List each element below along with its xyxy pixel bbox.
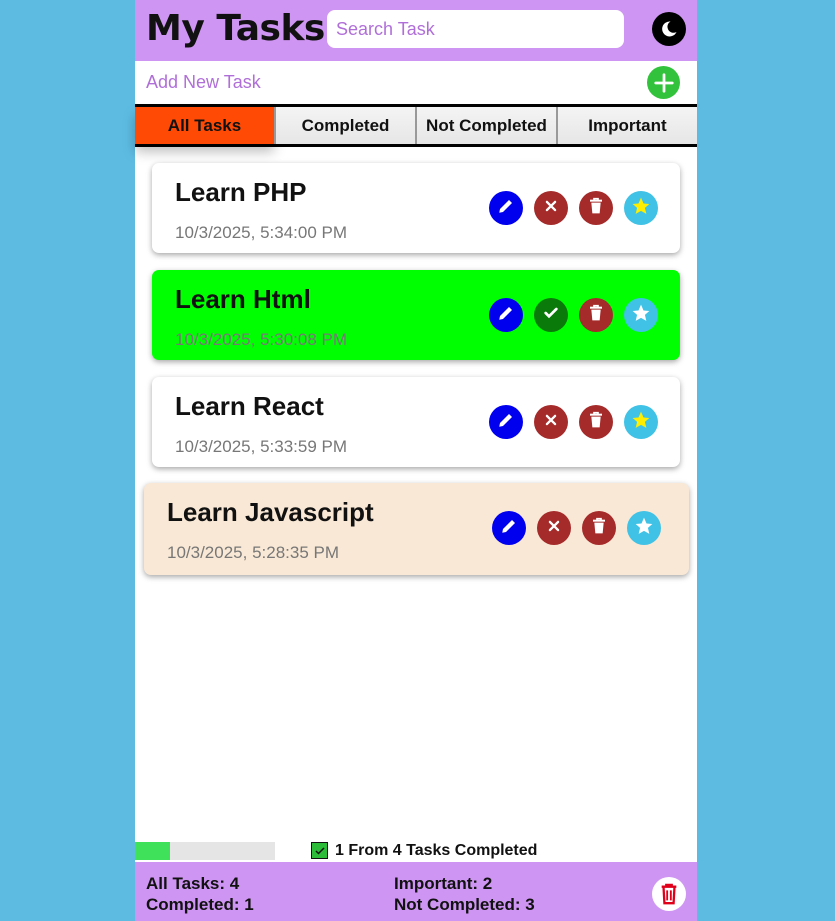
toggle-complete-button[interactable] (537, 511, 571, 545)
delete-button[interactable] (582, 511, 616, 545)
add-task-input[interactable] (135, 61, 635, 104)
moon-icon (662, 21, 677, 37)
star-icon (631, 196, 651, 221)
pencil-icon (497, 304, 515, 327)
trash-icon (661, 883, 677, 905)
toggle-complete-button[interactable] (534, 298, 568, 332)
app-container: My Tasks All TasksCompletedNot Completed… (135, 0, 697, 921)
trash-icon (588, 411, 604, 434)
task-date: 10/3/2025, 5:28:35 PM (167, 543, 340, 562)
task-card: Learn React 10/3/2025, 5:33:59 PM (152, 377, 680, 467)
progress-bar-fill (135, 842, 170, 860)
task-name: Learn Javascript (167, 497, 374, 527)
add-task-row (135, 61, 697, 104)
important-button[interactable] (624, 191, 658, 225)
delete-button[interactable] (579, 405, 613, 439)
task-name: Learn Html (175, 284, 311, 314)
task-date: 10/3/2025, 5:30:08 PM (175, 330, 348, 349)
close-icon (547, 519, 561, 538)
tab-important[interactable]: Important (556, 107, 697, 144)
delete-button[interactable] (579, 298, 613, 332)
toggle-complete-button[interactable] (534, 191, 568, 225)
tab-all-tasks[interactable]: All Tasks (135, 107, 274, 144)
task-name: Learn PHP (175, 177, 307, 207)
toggle-complete-button[interactable] (534, 405, 568, 439)
star-icon (631, 303, 651, 328)
task-card: Learn Javascript 10/3/2025, 5:28:35 PM (144, 483, 689, 575)
trash-icon (588, 304, 604, 327)
plus-icon (653, 72, 674, 93)
task-date: 10/3/2025, 5:34:00 PM (175, 223, 348, 242)
star-icon (634, 516, 654, 541)
edit-button[interactable] (489, 298, 523, 332)
clear-all-button[interactable] (652, 877, 686, 911)
task-date: 10/3/2025, 5:33:59 PM (175, 437, 348, 456)
task-card: Learn Html 10/3/2025, 5:30:08 PM (152, 270, 680, 360)
trash-icon (588, 197, 604, 220)
stat-completed: Completed: 1 (146, 895, 254, 914)
important-button[interactable] (624, 405, 658, 439)
search-input[interactable] (327, 10, 624, 48)
check-icon (543, 305, 559, 326)
pencil-icon (497, 411, 515, 434)
progress-text: 1 From 4 Tasks Completed (335, 842, 538, 859)
edit-button[interactable] (489, 191, 523, 225)
page-title: My Tasks (146, 8, 325, 49)
edit-button[interactable] (489, 405, 523, 439)
header: My Tasks (135, 0, 697, 61)
star-icon (631, 410, 651, 435)
progress-bar (135, 842, 275, 860)
theme-toggle-button[interactable] (652, 12, 686, 46)
stat-important: Important: 2 (394, 874, 493, 893)
close-icon (544, 413, 558, 432)
footer-stats: All Tasks: 4 Completed: 1 Important: 2 N… (135, 862, 697, 921)
edit-button[interactable] (492, 511, 526, 545)
checkbox-icon (311, 842, 328, 859)
filter-tabs: All Tasks Completed Not Completed Important (135, 104, 697, 147)
tab-not-completed[interactable]: Not Completed (415, 107, 556, 144)
add-task-button[interactable] (647, 66, 680, 99)
tab-completed[interactable]: Completed (274, 107, 415, 144)
stat-all-tasks: All Tasks: 4 (146, 874, 240, 893)
delete-button[interactable] (579, 191, 613, 225)
pencil-icon (500, 517, 518, 540)
task-name: Learn React (175, 391, 324, 421)
trash-icon (591, 517, 607, 540)
important-button[interactable] (624, 298, 658, 332)
stat-not-completed: Not Completed: 3 (394, 895, 535, 914)
important-button[interactable] (627, 511, 661, 545)
pencil-icon (497, 197, 515, 220)
close-icon (544, 199, 558, 218)
progress-section: 1 From 4 Tasks Completed (135, 842, 697, 862)
task-card: Learn PHP 10/3/2025, 5:34:00 PM (152, 163, 680, 253)
